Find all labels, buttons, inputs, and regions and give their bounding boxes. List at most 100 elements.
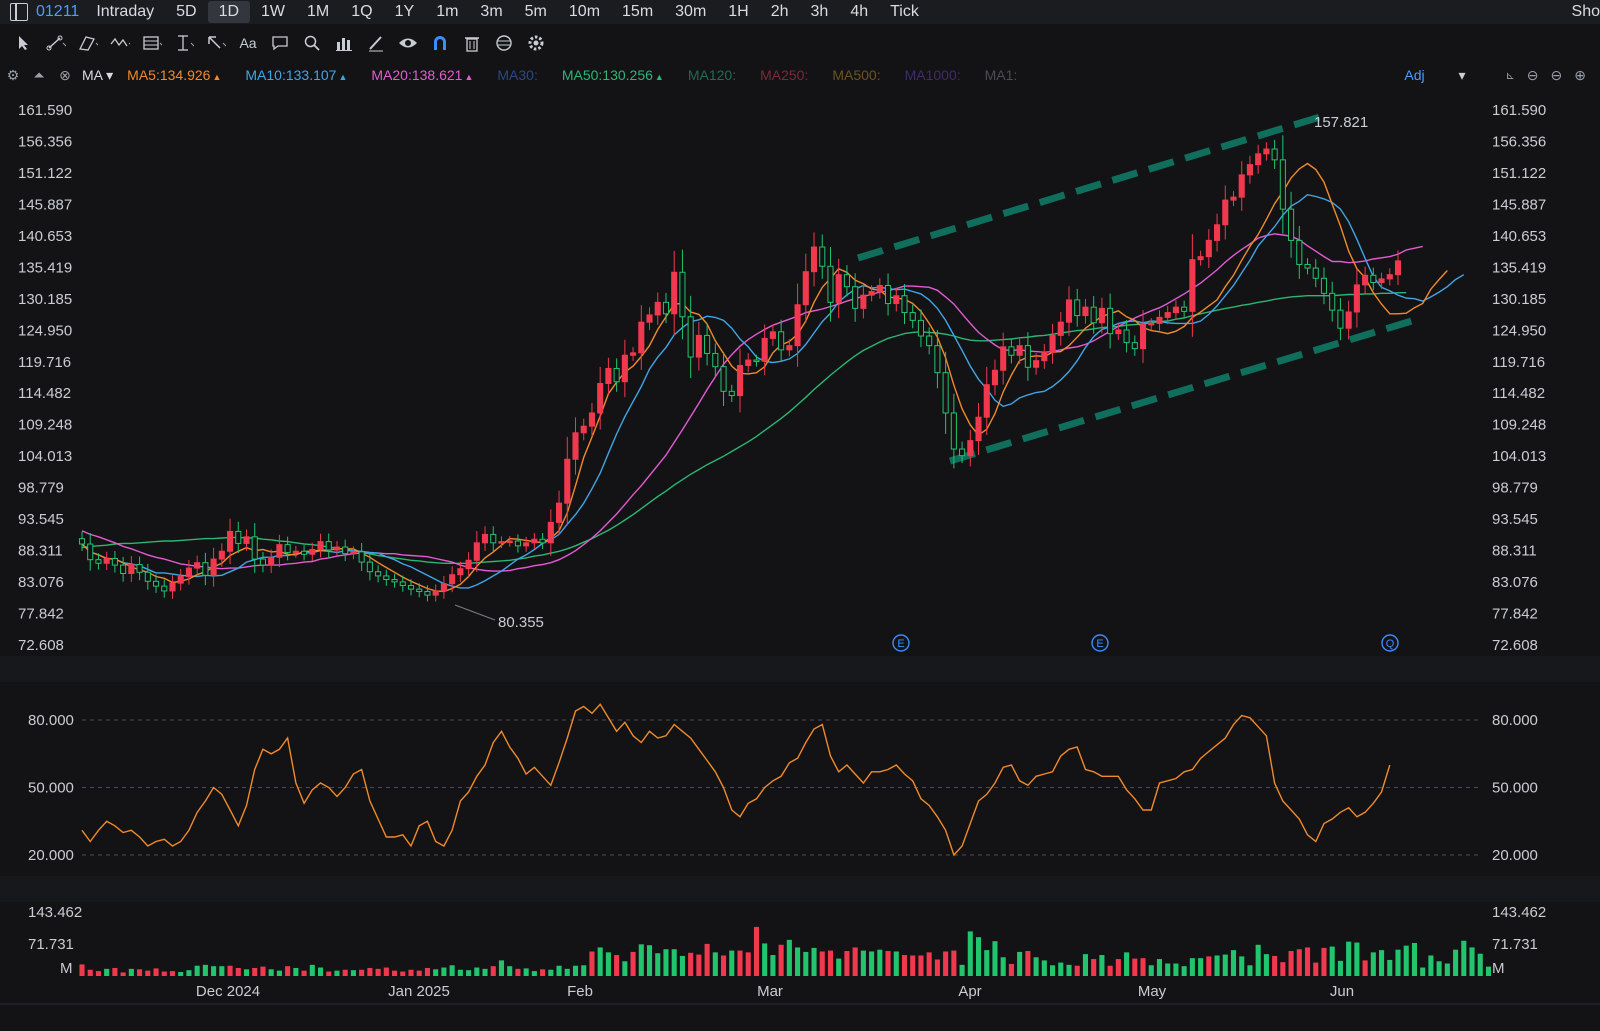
candle-body bbox=[514, 540, 521, 547]
measure-tool-icon[interactable] bbox=[174, 33, 194, 53]
vol-close-icon[interactable]: ⊗ bbox=[52, 881, 78, 898]
candle-body bbox=[712, 352, 719, 368]
price-axis-labels: 161.590 161.590 156.356 156.356 151.122 151.1… bbox=[18, 102, 1546, 654]
rsi-close-icon[interactable]: ⊗ bbox=[52, 661, 78, 678]
tab-1y[interactable]: 1Y bbox=[384, 1, 426, 23]
x-axis-label: Jun bbox=[1330, 983, 1354, 1000]
log-scale-icon[interactable]: ⊾ bbox=[1506, 69, 1515, 82]
rsi-value-0[interactable]: RSI1:60.023 ▲ bbox=[130, 661, 219, 677]
plus-icon[interactable]: ⊕ bbox=[1574, 67, 1586, 84]
zoom-icon[interactable] bbox=[302, 33, 322, 53]
tab-1h[interactable]: 1H bbox=[717, 1, 759, 23]
line-tool-icon[interactable] bbox=[46, 33, 66, 53]
tab-1d[interactable]: 1D bbox=[207, 1, 251, 23]
volume-bar bbox=[918, 955, 924, 976]
ma-close-icon[interactable]: ⊗ bbox=[52, 67, 78, 84]
symbol-label[interactable]: 01211 bbox=[36, 3, 79, 21]
tab-3h[interactable]: 3h bbox=[800, 1, 840, 23]
magnet-icon[interactable] bbox=[430, 33, 450, 53]
channel-tool-icon[interactable] bbox=[78, 33, 98, 53]
rsi-indicator-name[interactable]: RSI ▾ bbox=[82, 661, 116, 678]
price-label-right: 83.076 bbox=[1492, 574, 1538, 591]
candle-body bbox=[687, 316, 694, 358]
tab-3m[interactable]: 3m bbox=[469, 1, 513, 23]
tab-4h[interactable]: 4h bbox=[839, 1, 879, 23]
visibility-icon[interactable] bbox=[398, 33, 418, 53]
ma-value-6[interactable]: MA250: bbox=[760, 67, 808, 83]
ma-value-7[interactable]: MA500: bbox=[832, 67, 880, 83]
volume-bar bbox=[877, 949, 883, 976]
minus-icon-2[interactable]: ⊖ bbox=[1551, 67, 1563, 84]
rsi-expand-icon[interactable]: ⤢ bbox=[26, 661, 52, 678]
ma-settings-icon[interactable]: ⚙ bbox=[0, 67, 26, 84]
volume-bar bbox=[869, 951, 875, 976]
vol-indicator-name[interactable]: VOL ▾ bbox=[82, 881, 120, 898]
minus-icon[interactable]: ⊖ bbox=[1527, 67, 1539, 84]
candle-body bbox=[1115, 329, 1122, 335]
top-right-label[interactable]: Sho bbox=[1572, 3, 1600, 21]
ma-value-9[interactable]: MA1: bbox=[985, 67, 1018, 83]
tab-10m[interactable]: 10m bbox=[558, 1, 611, 23]
candle-body bbox=[1148, 322, 1155, 326]
pattern-icon[interactable] bbox=[334, 33, 354, 53]
candle-body bbox=[1107, 307, 1114, 335]
brush-icon[interactable] bbox=[366, 33, 386, 53]
ma-indicator-name[interactable]: MA ▾ bbox=[82, 67, 113, 84]
ma-value-1[interactable]: MA10:133.107 ▲ bbox=[245, 67, 347, 83]
volume-bar bbox=[1173, 963, 1179, 976]
tab-tick[interactable]: Tick bbox=[879, 1, 930, 23]
volume-bar bbox=[605, 952, 611, 976]
ma-value-3[interactable]: MA30: bbox=[497, 67, 537, 83]
layout-icon[interactable] bbox=[10, 3, 28, 21]
tab-30m[interactable]: 30m bbox=[664, 1, 717, 23]
candle-body bbox=[194, 562, 201, 569]
volume-bar bbox=[1099, 955, 1105, 976]
tab-15m[interactable]: 15m bbox=[611, 1, 664, 23]
volume-bar bbox=[1337, 960, 1343, 976]
ma-value-2[interactable]: MA20:138.621 ▲ bbox=[371, 67, 473, 83]
vol-label-left: 71.731 bbox=[28, 936, 74, 953]
volume-bar bbox=[1206, 956, 1212, 976]
candle-body bbox=[1057, 321, 1064, 336]
arrow-tool-icon[interactable] bbox=[206, 33, 226, 53]
wave-tool-icon[interactable] bbox=[110, 33, 130, 53]
tab-1m[interactable]: 1m bbox=[425, 1, 469, 23]
tab-2h[interactable]: 2h bbox=[760, 1, 800, 23]
price-label-left: 130.185 bbox=[18, 291, 72, 308]
ma-value-5[interactable]: MA120: bbox=[688, 67, 736, 83]
tab-1m[interactable]: 1M bbox=[296, 1, 340, 23]
ma-value-8[interactable]: MA1000: bbox=[905, 67, 961, 83]
volume-bar bbox=[967, 931, 973, 976]
cursor-icon[interactable] bbox=[14, 33, 34, 53]
rsi-value-1[interactable]: RSI2: bbox=[243, 661, 278, 677]
ma-value-0[interactable]: MA5:134.926 ▲ bbox=[127, 67, 221, 83]
fib-tool-icon[interactable] bbox=[142, 33, 162, 53]
candle-body bbox=[342, 546, 349, 555]
settings-icon[interactable] bbox=[526, 33, 546, 53]
rsi-settings-icon[interactable]: ⚙ bbox=[0, 661, 26, 678]
tab-1w[interactable]: 1W bbox=[250, 1, 296, 23]
adjust-dropdown[interactable]: Adj ▾ bbox=[1404, 67, 1465, 84]
volume-bar bbox=[688, 952, 694, 976]
vol-expand-icon[interactable]: ⤢ bbox=[26, 881, 52, 898]
comment-icon[interactable] bbox=[270, 33, 290, 53]
text-tool-icon[interactable]: Aa bbox=[238, 33, 258, 53]
ma-value-4[interactable]: MA50:130.256 ▲ bbox=[562, 67, 664, 83]
tab-1q[interactable]: 1Q bbox=[340, 1, 383, 23]
rsi-value-2[interactable]: RSI3: bbox=[302, 661, 337, 677]
volume-bar bbox=[1461, 940, 1467, 976]
tab-5d[interactable]: 5D bbox=[165, 1, 207, 23]
vol-value-0[interactable]: VOL1:28.832 ▼ bbox=[134, 881, 227, 897]
volume-bar bbox=[548, 969, 554, 976]
candle-body bbox=[556, 502, 563, 523]
tab-5m[interactable]: 5m bbox=[514, 1, 558, 23]
candle-body bbox=[942, 372, 949, 414]
trash-icon[interactable] bbox=[462, 33, 482, 53]
vol-label-right: 71.731 bbox=[1492, 936, 1538, 953]
tab-intraday[interactable]: Intraday bbox=[85, 1, 165, 23]
vol-label-left: 143.462 bbox=[28, 904, 82, 921]
ma-collapse-icon[interactable]: ⏶ bbox=[26, 67, 52, 84]
volume-bar bbox=[104, 968, 110, 976]
vol-settings-icon[interactable]: ⚙ bbox=[0, 881, 26, 898]
sync-icon[interactable] bbox=[494, 33, 514, 53]
